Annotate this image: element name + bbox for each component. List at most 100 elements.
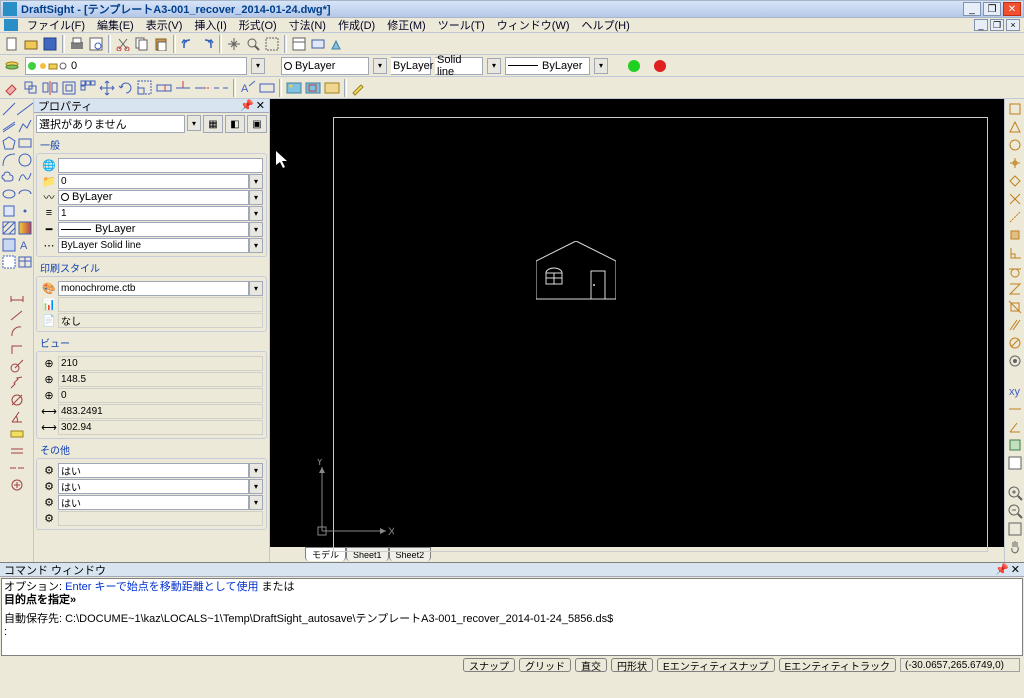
props-tool-icon[interactable] xyxy=(1007,455,1023,471)
save-icon[interactable] xyxy=(41,35,59,53)
erase-icon[interactable] xyxy=(3,79,21,97)
preview-icon[interactable] xyxy=(87,35,105,53)
undo-icon[interactable] xyxy=(179,35,197,53)
cloud-icon[interactable] xyxy=(1,169,17,185)
lw-combo[interactable]: ByLayer xyxy=(391,57,431,75)
polar-button[interactable]: 円形状 xyxy=(611,658,653,672)
hatch-icon[interactable] xyxy=(1,220,17,236)
pan-tool-icon[interactable] xyxy=(1007,539,1023,555)
ctb-field[interactable]: monochrome.ctb xyxy=(58,281,249,296)
color-dropdown[interactable]: ▾ xyxy=(373,58,387,74)
center-mark-icon[interactable] xyxy=(9,477,25,493)
o1-field[interactable]: はい xyxy=(58,463,249,478)
esnap-center-icon[interactable] xyxy=(1007,137,1023,153)
bylayer-field[interactable]: ByLayer xyxy=(58,190,249,205)
color-field[interactable] xyxy=(58,158,263,173)
esnap-settings-icon[interactable] xyxy=(1007,353,1023,369)
smart-dim-icon[interactable] xyxy=(9,426,25,442)
esnap-perp-icon[interactable] xyxy=(1007,245,1023,261)
cut-icon[interactable] xyxy=(114,35,132,53)
table-icon[interactable] xyxy=(17,254,33,270)
dim-diameter-icon[interactable] xyxy=(9,392,25,408)
mini-close[interactable]: × xyxy=(1006,19,1020,31)
mirror-icon[interactable] xyxy=(41,79,59,97)
layer-field[interactable]: 0 xyxy=(58,174,249,189)
ls-dropdown[interactable]: ▾ xyxy=(487,58,501,74)
layer-field-drop[interactable]: ▾ xyxy=(249,174,263,189)
region-icon[interactable] xyxy=(1,237,17,253)
minimize-button[interactable]: _ xyxy=(963,2,981,16)
getxy-icon[interactable]: xy xyxy=(1007,383,1023,399)
o2-drop[interactable]: ▾ xyxy=(249,479,263,494)
cmd-pin-icon[interactable]: 📌 xyxy=(995,563,1009,576)
menu-format[interactable]: 形式(O) xyxy=(234,17,282,33)
circle-icon[interactable] xyxy=(17,152,33,168)
zoom-extents-icon[interactable] xyxy=(244,35,262,53)
getdist-icon[interactable] xyxy=(1007,401,1023,417)
mini-restore[interactable]: ❐ xyxy=(990,19,1004,31)
properties-icon[interactable] xyxy=(290,35,308,53)
layer-dropdown[interactable]: ▾ xyxy=(251,58,265,74)
point-icon[interactable] xyxy=(17,203,33,219)
gradient-icon[interactable] xyxy=(17,220,33,236)
esnap-ext-icon[interactable] xyxy=(1007,209,1023,225)
trim-icon[interactable] xyxy=(174,79,192,97)
extend-icon[interactable] xyxy=(193,79,211,97)
dim-arc-icon[interactable] xyxy=(9,324,25,340)
scale-icon[interactable] xyxy=(136,79,154,97)
dim-jogged-icon[interactable] xyxy=(9,375,25,391)
arc-icon[interactable] xyxy=(1,152,17,168)
getarea-icon[interactable] xyxy=(1007,437,1023,453)
dim-linear-icon[interactable] xyxy=(9,290,25,306)
spline-icon[interactable] xyxy=(17,169,33,185)
snap-button[interactable]: スナップ xyxy=(463,658,515,672)
menu-modify[interactable]: 修正(M) xyxy=(382,17,431,33)
line-icon[interactable] xyxy=(1,101,17,117)
o2-field[interactable]: はい xyxy=(58,479,249,494)
esnap-end-icon[interactable] xyxy=(1007,101,1023,117)
esnap-ins-icon[interactable] xyxy=(1007,227,1023,243)
open-icon[interactable] xyxy=(22,35,40,53)
bylayer-drop[interactable]: ▾ xyxy=(249,190,263,205)
print-icon[interactable] xyxy=(68,35,86,53)
etrack-button[interactable]: Eエンティティトラック xyxy=(779,658,896,672)
zoom-fit-icon[interactable] xyxy=(1007,521,1023,537)
layer-manager-icon[interactable] xyxy=(3,57,21,75)
grid-button[interactable]: グリッド xyxy=(519,658,571,672)
dim-continue-icon[interactable] xyxy=(9,460,25,476)
props-pin-icon[interactable]: 📌 xyxy=(240,99,254,112)
ortho-button[interactable]: 直交 xyxy=(575,658,607,672)
lw-drop[interactable]: ▾ xyxy=(249,222,263,237)
redo-icon[interactable] xyxy=(198,35,216,53)
menu-draw[interactable]: 作成(D) xyxy=(333,17,380,33)
menu-window[interactable]: ウィンドウ(W) xyxy=(492,17,575,33)
menu-tools[interactable]: ツール(T) xyxy=(433,17,490,33)
maximize-button[interactable]: ❐ xyxy=(983,2,1001,16)
selection-dropdown[interactable]: ▾ xyxy=(187,115,201,131)
tolerance-icon[interactable] xyxy=(258,79,276,97)
esnap-app-icon[interactable] xyxy=(1007,299,1023,315)
o3-field[interactable]: はい xyxy=(58,495,249,510)
paste-icon[interactable] xyxy=(152,35,170,53)
pan-icon[interactable] xyxy=(225,35,243,53)
stretch-icon[interactable] xyxy=(155,79,173,97)
scale-field[interactable]: 1 xyxy=(58,206,249,221)
zoom-in-icon[interactable] xyxy=(1007,485,1023,501)
ctb-drop[interactable]: ▾ xyxy=(249,281,263,296)
mini-minimize[interactable]: _ xyxy=(974,19,988,31)
image-attach-icon[interactable] xyxy=(285,79,303,97)
richline-icon[interactable] xyxy=(1,118,17,134)
pattern-icon[interactable] xyxy=(79,79,97,97)
selection-combo[interactable]: 選択がありません xyxy=(36,115,185,133)
zoom-window-icon[interactable] xyxy=(263,35,281,53)
ls-drop[interactable]: ▾ xyxy=(249,238,263,253)
split-icon[interactable] xyxy=(212,79,230,97)
rectangle-icon[interactable] xyxy=(17,135,33,151)
menu-edit[interactable]: 編集(E) xyxy=(92,17,139,33)
esnap-tan-icon[interactable] xyxy=(1007,263,1023,279)
esnap-near-icon[interactable] xyxy=(1007,281,1023,297)
esnap-quad-icon[interactable] xyxy=(1007,173,1023,189)
image-clip-icon[interactable] xyxy=(304,79,322,97)
polygon-icon[interactable] xyxy=(1,135,17,151)
note-icon[interactable]: A xyxy=(239,79,257,97)
